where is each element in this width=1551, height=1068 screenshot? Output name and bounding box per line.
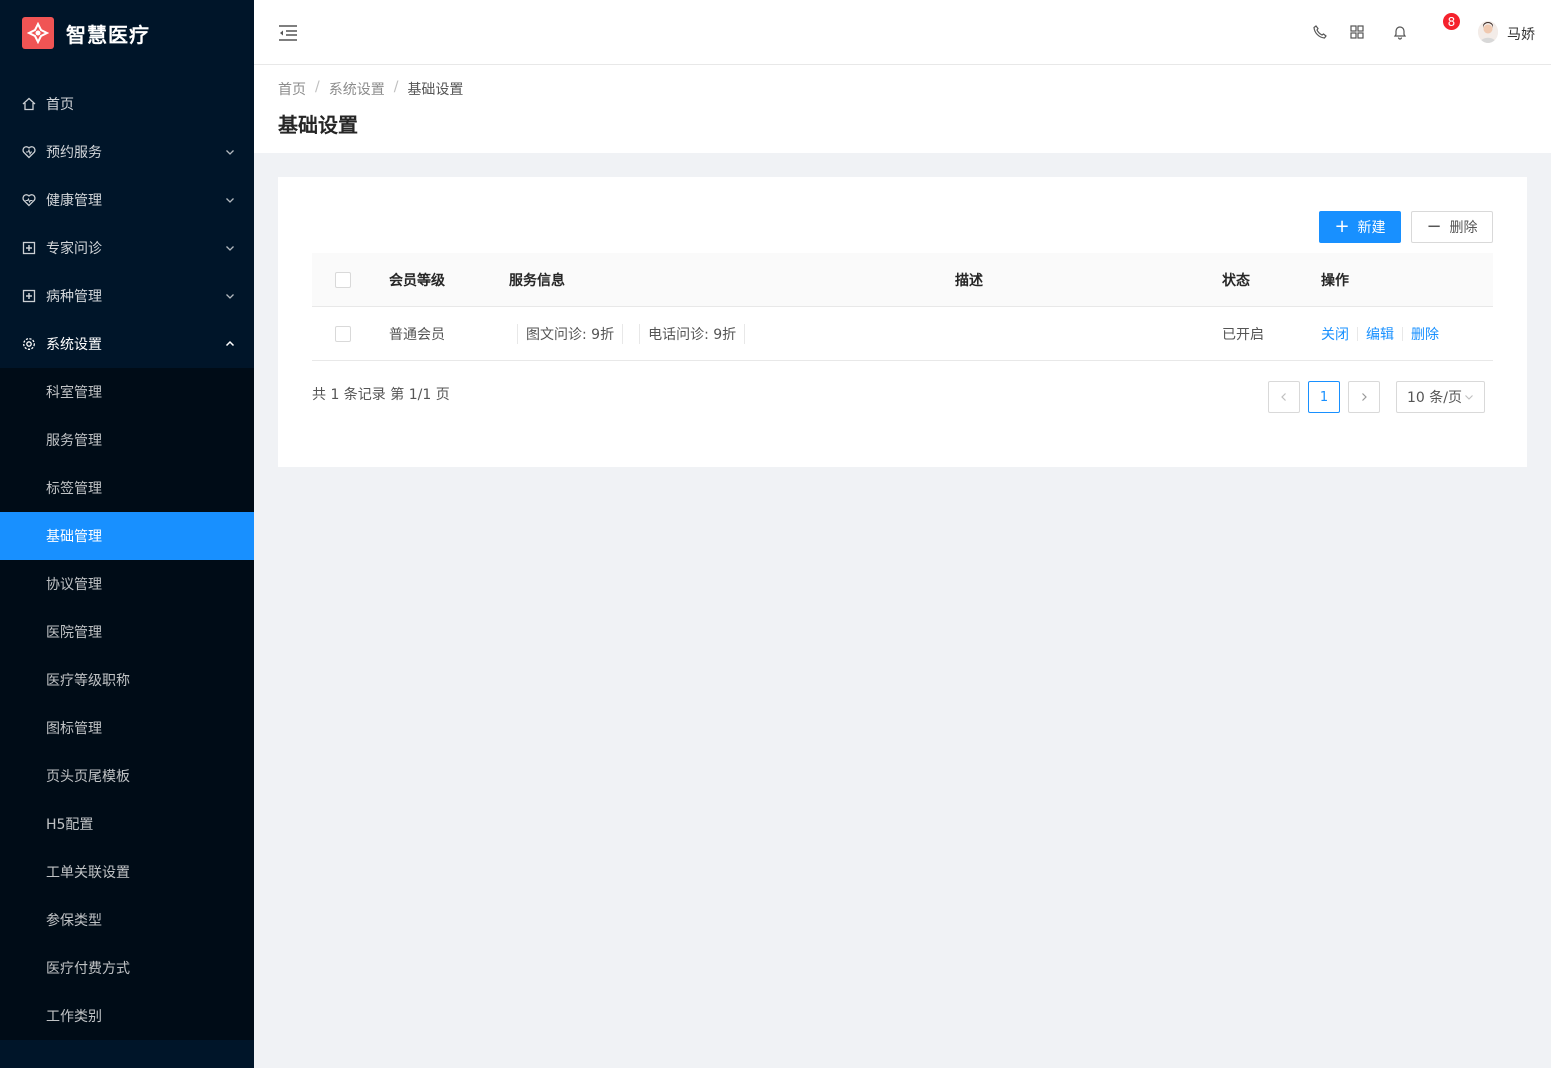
sidebar-menu: 首页 预约服务 健康管理 专家问诊 病种管理 系统设置 科室管理 服务管理 标签… [0, 80, 254, 1040]
breadcrumb-separator: / [393, 79, 399, 95]
page-header: 首页 / 系统设置 / 基础设置 基础设置 [254, 65, 1551, 153]
avatar[interactable] [1478, 21, 1498, 43]
delete-button-label: 删除 [1449, 220, 1478, 236]
apps-grid-icon[interactable] [1349, 24, 1365, 40]
table-row: 普通会员 图文问诊: 9折 电话问诊: 9折 已开启 关闭 编辑 删除 [312, 307, 1493, 361]
column-header-actions: 操作 [1321, 273, 1349, 289]
sidebar-item-insurance[interactable]: 参保类型 [0, 896, 254, 944]
page-button[interactable]: 1 [1308, 381, 1340, 413]
sidebar-item-medical-title[interactable]: 医疗等级职称 [0, 656, 254, 704]
sidebar-item-disease[interactable]: 病种管理 [0, 272, 254, 320]
app-title: 智慧医疗 [66, 22, 150, 47]
sidebar-item-home[interactable]: 首页 [0, 80, 254, 128]
header-actions: 8 马娇 [1291, 0, 1551, 65]
column-header-service[interactable]: 服务信息 [509, 253, 565, 307]
home-icon [22, 97, 36, 111]
chevron-right-icon [1362, 393, 1367, 401]
logo-icon [22, 17, 54, 49]
delete-link[interactable]: 删除 [1411, 324, 1439, 344]
bell-icon[interactable] [1392, 24, 1408, 40]
column-header-level[interactable]: 会员等级 [389, 253, 445, 307]
column-header-description[interactable]: 描述 [955, 253, 983, 307]
plus-icon: + [1334, 216, 1350, 237]
content-card: + 新建 − 删除 会员等级 服务信息 描述 状态 操作 普通会员 图文问诊: … [278, 177, 1527, 467]
sidebar-item-label: 病种管理 [46, 289, 102, 305]
new-button[interactable]: + 新建 [1319, 211, 1401, 243]
action-divider [1402, 327, 1403, 341]
breadcrumb-separator: / [315, 79, 320, 95]
select-all-cell [335, 253, 351, 307]
data-table: 会员等级 服务信息 描述 状态 操作 普通会员 图文问诊: 9折 电话问诊: 9… [312, 253, 1493, 361]
sidebar-item-hospital[interactable]: 医院管理 [0, 608, 254, 656]
breadcrumb-current: 基础设置 [407, 82, 464, 98]
page-title: 基础设置 [278, 113, 358, 137]
sidebar-item-settings[interactable]: 系统设置 [0, 320, 254, 368]
cell-level: 普通会员 [389, 327, 445, 343]
sidebar-item-ticket[interactable]: 工单关联设置 [0, 848, 254, 896]
sidebar-item-label: 预约服务 [46, 145, 102, 161]
cell-status: 已开启 [1222, 327, 1264, 343]
sidebar-item-expert[interactable]: 专家问诊 [0, 224, 254, 272]
minus-icon: − [1426, 216, 1442, 237]
breadcrumb-home[interactable]: 首页 [278, 79, 306, 99]
page-size-value: 10 条/页 [1407, 390, 1462, 406]
row-checkbox[interactable] [335, 326, 351, 342]
sidebar-item-basic[interactable]: 基础管理 [0, 512, 254, 560]
sidebar-item-service[interactable]: 服务管理 [0, 416, 254, 464]
sidebar-item-label: 健康管理 [46, 193, 102, 209]
chevron-down-icon [1465, 395, 1473, 400]
gear-icon [22, 337, 36, 351]
heart-icon [22, 145, 36, 159]
edit-link[interactable]: 编辑 [1366, 324, 1394, 344]
service-tag: 电话问诊: 9折 [639, 324, 746, 344]
prev-page-button[interactable] [1268, 381, 1300, 413]
chevron-down-icon [226, 150, 234, 155]
cell-actions: 关闭 编辑 删除 [1321, 307, 1439, 361]
heart-pulse-icon [22, 193, 36, 207]
select-all-checkbox[interactable] [335, 272, 351, 288]
chevron-down-icon [226, 246, 234, 251]
column-header-status[interactable]: 状态 [1222, 253, 1250, 307]
table-header: 会员等级 服务信息 描述 状态 操作 [312, 253, 1493, 307]
breadcrumb: 首页 / 系统设置 / 基础设置 [278, 79, 463, 99]
medical-plus-icon [22, 289, 36, 303]
chevron-up-icon [225, 340, 235, 347]
close-link[interactable]: 关闭 [1321, 324, 1349, 344]
chevron-left-icon [1281, 393, 1286, 401]
sidebar-item-appointment[interactable]: 预约服务 [0, 128, 254, 176]
sidebar: 智慧医疗 首页 预约服务 健康管理 专家问诊 病种管理 系统设置 科室管理 服务… [0, 0, 254, 1068]
sidebar-item-header-footer[interactable]: 页头页尾模板 [0, 752, 254, 800]
top-header: 8 马娇 [254, 0, 1551, 65]
sidebar-item-label: 系统设置 [46, 337, 102, 353]
sidebar-item-department[interactable]: 科室管理 [0, 368, 254, 416]
pagination-summary: 共 1 条记录 第 1/1 页 [312, 387, 450, 403]
row-select-cell [335, 307, 351, 361]
sidebar-item-tags[interactable]: 标签管理 [0, 464, 254, 512]
page-size-select[interactable]: 10 条/页 [1396, 381, 1485, 413]
service-tag: 图文问诊: 9折 [517, 324, 624, 344]
sidebar-item-work-type[interactable]: 工作类别 [0, 992, 254, 1040]
action-divider [1357, 327, 1358, 341]
sidebar-item-label: 首页 [46, 97, 74, 113]
chevron-down-icon [226, 294, 234, 299]
sidebar-item-payment[interactable]: 医疗付费方式 [0, 944, 254, 992]
username[interactable]: 马娇 [1507, 24, 1535, 44]
logo[interactable]: 智慧医疗 [0, 0, 254, 66]
sidebar-item-label: 专家问诊 [46, 241, 102, 257]
cell-services: 图文问诊: 9折 电话问诊: 9折 [517, 307, 761, 361]
sidebar-item-health[interactable]: 健康管理 [0, 176, 254, 224]
sidebar-item-h5[interactable]: H5配置 [0, 800, 254, 848]
menu-fold-icon[interactable] [278, 24, 298, 42]
delete-button[interactable]: − 删除 [1411, 211, 1493, 243]
phone-icon[interactable] [1312, 24, 1328, 40]
breadcrumb-settings[interactable]: 系统设置 [329, 79, 385, 99]
medical-plus-icon [22, 241, 36, 255]
next-page-button[interactable] [1348, 381, 1380, 413]
sidebar-item-agreement[interactable]: 协议管理 [0, 560, 254, 608]
chevron-down-icon [226, 198, 234, 203]
new-button-label: 新建 [1357, 220, 1386, 236]
notification-badge: 8 [1442, 12, 1461, 31]
sidebar-item-icons[interactable]: 图标管理 [0, 704, 254, 752]
settings-submenu: 科室管理 服务管理 标签管理 基础管理 协议管理 医院管理 医疗等级职称 图标管… [0, 368, 254, 1040]
